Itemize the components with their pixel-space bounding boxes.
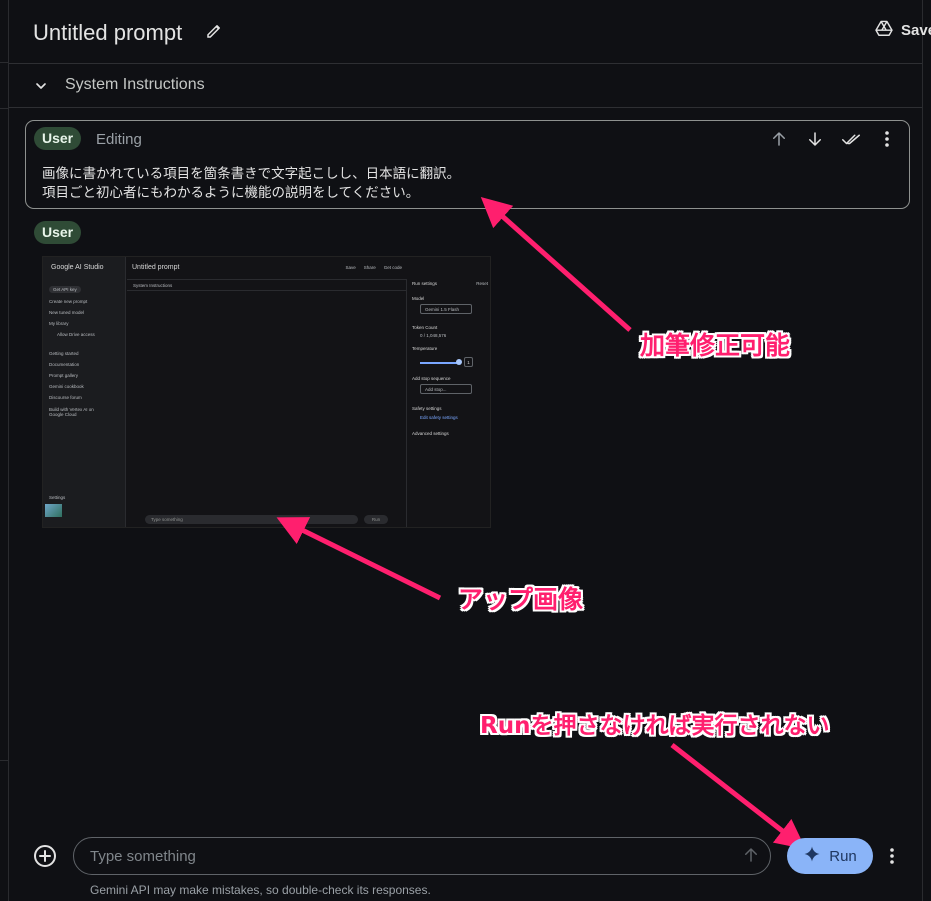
image-sidebar-item: Discourse forum xyxy=(49,395,82,400)
image-toolbar-item: Share xyxy=(363,265,376,270)
image-token-label: Token Count xyxy=(412,325,438,330)
image-sidebar-item: Gemini cookbook xyxy=(49,384,84,389)
annotation-editable: 加筆修正可能 xyxy=(640,331,791,360)
image-token-value: 0 / 1,048,576 xyxy=(420,333,447,338)
move-down-icon[interactable] xyxy=(805,129,825,149)
image-toolbar: Save Share Get code xyxy=(345,265,402,270)
run-button[interactable]: Run xyxy=(787,838,873,874)
role-badge[interactable]: User xyxy=(34,221,82,244)
arrow-to-run xyxy=(670,743,806,850)
image-sidebar-item: Build with Vertex AI on Google Cloud xyxy=(49,407,94,417)
image-run: Run xyxy=(364,515,388,524)
image-temperature-knob xyxy=(456,359,462,365)
disclaimer-text: Gemini API may make mistakes, so double-… xyxy=(90,883,431,897)
add-media-button[interactable] xyxy=(33,844,57,868)
image-toolbar-item: Get code xyxy=(383,265,402,270)
editing-status: Editing xyxy=(96,131,142,148)
image-model-value: Gemini 1.5 Flash xyxy=(420,304,472,314)
image-title: Untitled prompt xyxy=(132,264,180,271)
image-get-api-key: Get API key xyxy=(49,286,81,293)
image-sidebar-item: Getting started xyxy=(49,351,79,356)
image-sidebar-item: Create new prompt xyxy=(49,299,88,304)
left-rail xyxy=(0,0,9,901)
image-stop-label: Add stop sequence xyxy=(412,376,451,381)
image-temperature-label: Temperature xyxy=(412,346,438,351)
image-temperature-value: 1 xyxy=(464,357,473,367)
image-main: Untitled prompt Save Share Get code Syst… xyxy=(127,257,406,527)
chevron-down-icon xyxy=(33,78,49,98)
drive-icon xyxy=(875,20,893,40)
image-reset: Reset xyxy=(476,281,488,286)
done-all-icon[interactable] xyxy=(841,129,861,149)
image-sidebar: Google AI Studio Get API key Create new … xyxy=(43,257,126,527)
image-sidebar-item: New tuned model xyxy=(49,310,85,315)
role-badge[interactable]: User xyxy=(34,127,82,150)
turn-actions xyxy=(769,129,897,149)
image-sidebar-item: Allow Drive access xyxy=(57,332,95,337)
save-label: Save xyxy=(901,21,931,39)
arrow-to-prompt xyxy=(480,197,632,332)
save-button[interactable]: Save xyxy=(875,20,931,40)
image-sidebar-item: My library xyxy=(49,321,69,326)
sparkle-icon xyxy=(803,845,821,867)
image-sidebar-item: Settings xyxy=(49,495,66,500)
image-safety-link: Edit safety settings xyxy=(420,415,458,420)
image-thumbnail xyxy=(45,504,62,517)
image-sidebar-item: Documentation xyxy=(49,362,80,367)
annotation-app-image: アップ画像 xyxy=(458,585,584,614)
image-safety-label: Safety settings xyxy=(412,406,442,411)
image-model-label: Model xyxy=(412,296,425,301)
arrow-to-image xyxy=(276,517,442,601)
rail-divider xyxy=(0,62,9,63)
uploaded-app-image[interactable]: Google AI Studio Get API key Create new … xyxy=(42,256,491,528)
image-run-settings-title: Run settings xyxy=(412,281,438,286)
page-title[interactable]: Untitled prompt xyxy=(33,20,182,46)
annotation-run-note: Runを押さなければ実行されない xyxy=(480,713,830,739)
image-advanced-label: Advanced settings xyxy=(412,431,449,436)
prompt-text[interactable]: 画像に書かれている項目を箇条書きで文字起こしし、日本語に翻訳。 項目ごと初心者に… xyxy=(42,165,460,203)
more-options-icon[interactable] xyxy=(882,845,902,867)
system-instructions-label: System Instructions xyxy=(65,76,205,93)
add-circle-icon xyxy=(34,845,56,867)
move-up-icon[interactable] xyxy=(769,129,789,149)
arrow-up-icon[interactable] xyxy=(742,846,762,866)
image-input: Type something xyxy=(145,515,358,524)
prompt-input[interactable] xyxy=(73,837,771,875)
header: Untitled prompt Save xyxy=(9,0,931,64)
image-brand: Google AI Studio xyxy=(51,264,104,271)
run-label: Run xyxy=(829,847,857,865)
image-run-settings: Run settings Reset Model Gemini 1.5 Flas… xyxy=(406,279,490,527)
image-toolbar-item: Save xyxy=(345,265,356,270)
image-system-instructions: System Instructions xyxy=(127,279,406,291)
right-rail xyxy=(922,0,931,901)
image-stop-input: Add stop... xyxy=(420,384,472,394)
user-turn-editing[interactable]: User Editing 画像に書かれている項目を箇条書きで文字起こしし、日本語… xyxy=(25,120,910,209)
image-temperature-slider xyxy=(420,362,458,364)
rail-divider xyxy=(0,108,9,109)
system-instructions-toggle[interactable]: System Instructions xyxy=(9,65,922,108)
image-sidebar-item: Prompt gallery xyxy=(49,373,79,378)
more-vert-icon[interactable] xyxy=(877,129,897,149)
pencil-icon[interactable] xyxy=(205,22,223,40)
rail-divider xyxy=(0,760,9,761)
